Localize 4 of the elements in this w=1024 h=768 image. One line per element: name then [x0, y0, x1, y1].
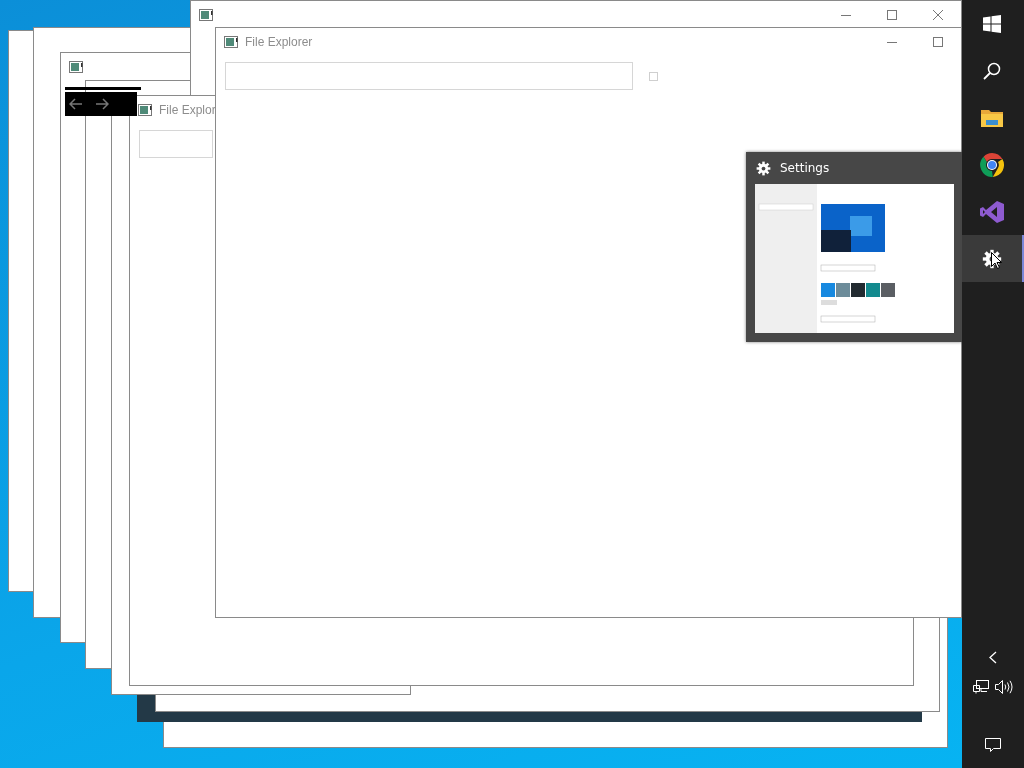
window-title: File Explor: [159, 103, 216, 117]
preview-title: Settings: [780, 161, 830, 175]
window-title: File Explorer: [245, 35, 313, 49]
window-preview[interactable]: Settings: [746, 152, 962, 342]
